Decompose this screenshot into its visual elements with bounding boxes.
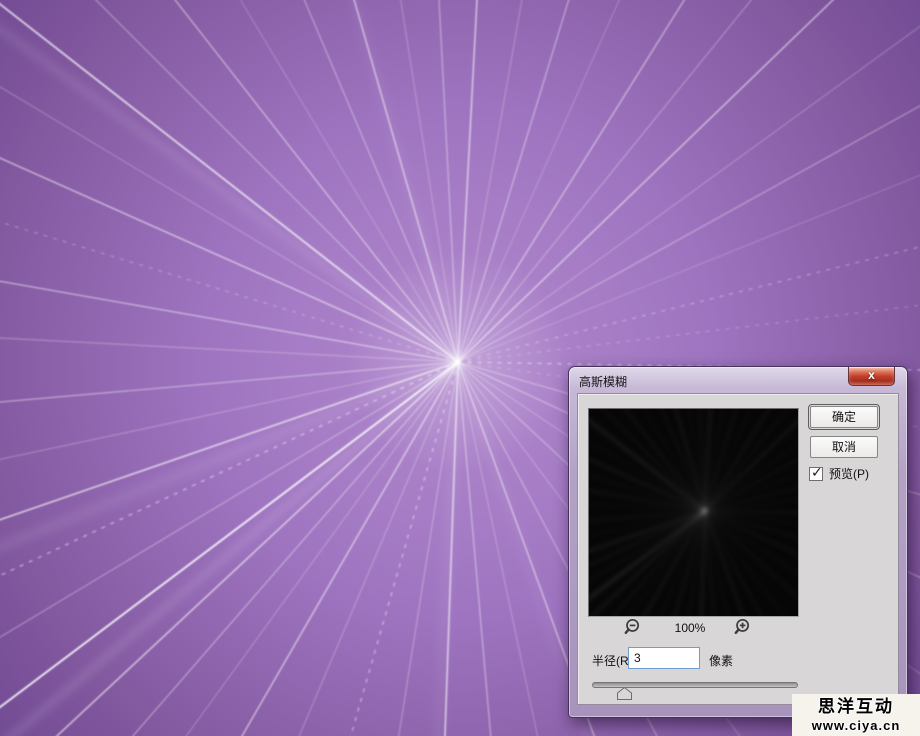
zoom-out-icon[interactable] xyxy=(624,618,643,637)
radius-unit-label: 像素 xyxy=(709,652,733,669)
watermark-name: 思洋互动 xyxy=(792,696,920,718)
dialog-titlebar[interactable]: 高斯模糊 x xyxy=(569,367,907,393)
dialog-content: 确定 取消 ✓ 预览(P) 100% 半径(R): 像素 xyxy=(577,393,899,705)
blur-preview-image[interactable] xyxy=(588,408,799,617)
preview-checkbox-label: 预览(P) xyxy=(829,465,869,482)
preview-checkbox-row: ✓ 预览(P) xyxy=(809,466,869,481)
cancel-button[interactable]: 取消 xyxy=(810,436,878,458)
zoom-level-text: 100% xyxy=(662,621,718,635)
watermark: 思洋互动 www.ciya.cn xyxy=(792,694,920,736)
gaussian-blur-dialog: 高斯模糊 x 确定 取消 ✓ 预览(P) 100% xyxy=(568,366,908,718)
watermark-url: www.ciya.cn xyxy=(792,718,920,733)
check-icon: ✓ xyxy=(811,464,823,481)
close-icon[interactable]: x xyxy=(848,367,895,386)
dialog-title: 高斯模糊 xyxy=(579,373,627,390)
preview-checkbox[interactable]: ✓ xyxy=(809,467,823,481)
radius-slider-thumb[interactable] xyxy=(617,687,632,700)
zoom-in-icon[interactable] xyxy=(734,618,753,637)
radius-input[interactable] xyxy=(628,647,700,669)
ok-button[interactable]: 确定 xyxy=(810,406,878,428)
